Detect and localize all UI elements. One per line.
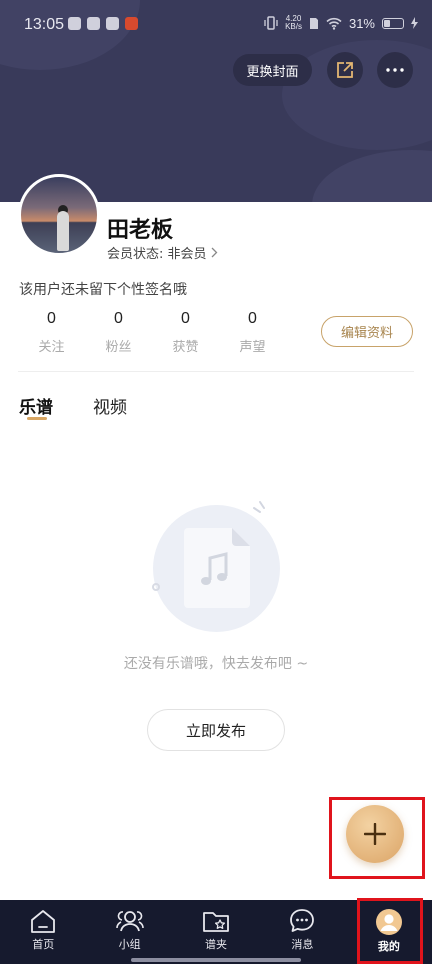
more-dots-icon [386,68,404,72]
member-status-link[interactable]: 会员状态: 非会员 [107,243,218,262]
notification-icons [68,17,138,30]
stat-label: 声望 [239,340,266,355]
stat-following[interactable]: 0 关注 [18,310,85,355]
active-tab-indicator [27,417,47,420]
network-speed: 4.20 KB/s [285,15,302,31]
nav-messages[interactable]: 消息 [259,900,345,964]
plus-icon [364,823,386,845]
stat-reputation[interactable]: 0 声望 [219,310,286,355]
change-cover-button[interactable]: 更换封面 [233,54,312,86]
stat-label: 获赞 [172,340,199,355]
wifi-icon [326,17,342,30]
highlight-box [357,898,423,964]
cover-decoration [312,150,432,202]
sim-icon [309,17,318,29]
app-red-icon [125,17,138,30]
edit-profile-button[interactable]: 编辑资料 [321,316,413,347]
stat-label: 粉丝 [105,340,132,355]
nav-folder[interactable]: 谱夹 [173,900,259,964]
baidu-icon [87,17,100,30]
tab-sheet-music[interactable]: 乐谱 [19,393,53,418]
profile-stats: 0 关注 0 粉丝 0 获赞 0 声望 [18,310,286,355]
app-icon [106,17,119,30]
share-icon [337,62,353,78]
share-button[interactable] [327,52,363,88]
tiktok-icon [68,17,81,30]
stat-fans[interactable]: 0 粉丝 [85,310,152,355]
stat-value: 0 [114,310,123,327]
publish-now-button[interactable]: 立即发布 [147,709,285,751]
home-icon [31,910,56,933]
user-name: 田老板 [107,218,174,243]
network-speed-unit: KB/s [285,22,302,31]
more-button[interactable] [377,52,413,88]
battery-icon [382,17,404,29]
nav-label: 小组 [118,938,141,951]
stat-value: 0 [181,310,190,327]
nav-home[interactable]: 首页 [0,900,86,964]
tab-videos[interactable]: 视频 [93,393,127,418]
group-icon [115,911,144,932]
folder-star-icon [203,912,229,932]
avatar-photo-detail [57,211,69,251]
avatar[interactable] [18,174,100,256]
nav-label: 首页 [32,938,55,951]
nav-label: 消息 [291,938,314,951]
charging-icon [411,17,418,29]
stat-likes[interactable]: 0 获赞 [152,310,219,355]
chevron-right-icon [211,247,217,258]
stat-value: 0 [47,310,56,327]
status-right: 4.20 KB/s 31% [264,15,418,31]
nav-label: 谱夹 [205,938,228,951]
empty-illustration-dot [152,583,160,591]
status-time: 13:05 [24,16,65,33]
divider [18,371,414,372]
stat-value: 0 [248,310,257,327]
sparkle-lines-icon [253,501,265,513]
battery-percent: 31% [348,15,375,31]
empty-state-message: 还没有乐谱哦，快去发布吧 ~ [123,656,309,672]
vibrate-icon [264,16,278,30]
add-fab-button[interactable] [346,805,404,863]
user-signature: 该用户还未留下个性签名哦 [19,282,187,298]
music-file-icon [184,528,250,608]
member-status-text: 会员状态: 非会员 [107,247,207,262]
nav-groups[interactable]: 小组 [86,900,172,964]
status-bar: 13:05 4.20 KB/s 31% [0,0,432,50]
stat-label: 关注 [38,340,65,355]
home-indicator [131,958,301,962]
chat-icon [290,909,315,932]
